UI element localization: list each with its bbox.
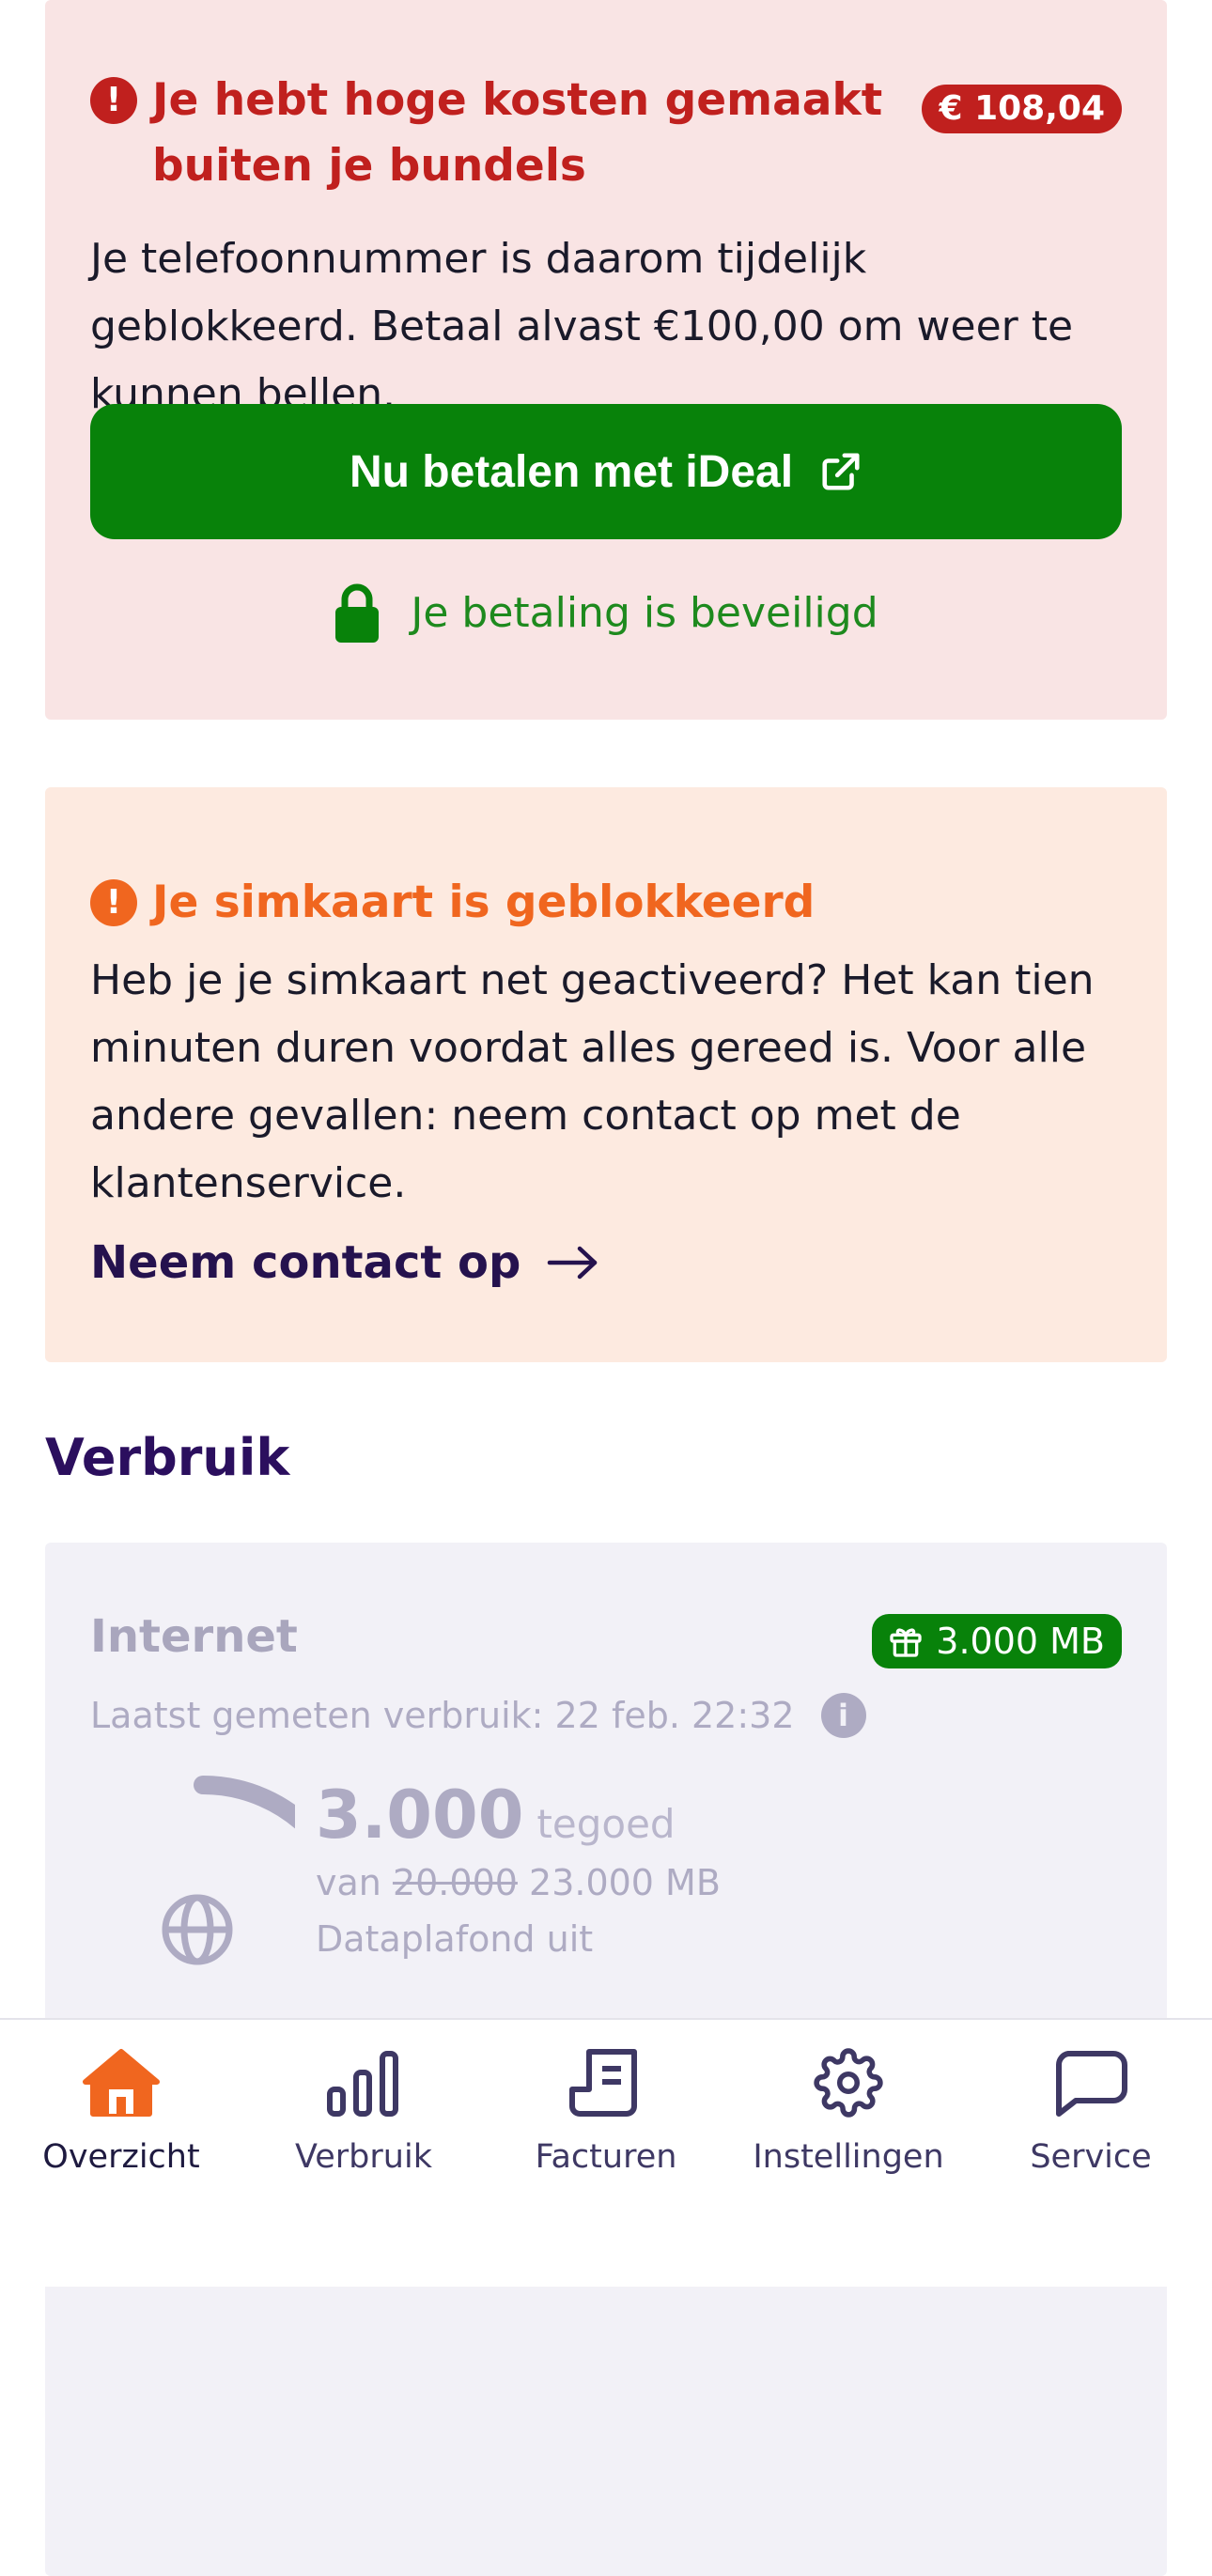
nav-item-facturen[interactable]: Facturen: [485, 2048, 727, 2176]
exclamation-icon: !: [90, 879, 137, 926]
high-costs-title-row: ! Je hebt hoge kosten gemaakt buiten je …: [90, 71, 898, 199]
nav-item-overzicht[interactable]: Overzicht: [0, 2048, 242, 2176]
pay-button-label: Nu betalen met iDeal: [349, 446, 794, 497]
nav-item-service[interactable]: Service: [970, 2048, 1212, 2176]
last-measured-row: Laatst gemeten verbruik: 22 feb. 22:32 i: [90, 1693, 866, 1738]
sim-blocked-title: Je simkaart is geblokkeerd: [152, 877, 816, 928]
nav-label: Facturen: [535, 2138, 677, 2176]
nav-item-instellingen[interactable]: Instellingen: [727, 2048, 970, 2176]
usage-gauge: [162, 1776, 295, 1965]
remaining-amount: 3.000: [316, 1777, 524, 1854]
remaining-label: tegoed: [536, 1801, 676, 1847]
sim-blocked-body: Heb je je simkaart net geactiveerd? Het …: [90, 956, 1095, 1207]
internet-title: Internet: [90, 1610, 298, 1663]
usage-amount-block: 3.000 tegoed van 20.000 23.000 MB Datapl…: [316, 1777, 721, 1967]
old-total: 20.000: [392, 1862, 518, 1903]
contact-link-label: Neem contact op: [90, 1236, 521, 1289]
nav-label: Instellingen: [753, 2138, 944, 2176]
last-measured-text: Laatst gemeten verbruik: 22 feb. 22:32: [90, 1695, 795, 1736]
bottom-navigation: Overzicht Verbruik Facturen Instellingen…: [0, 2018, 1212, 2287]
secure-note-text: Je betaling is beveiligd: [411, 588, 878, 637]
info-icon[interactable]: i: [820, 1693, 866, 1738]
high-costs-alert: ! Je hebt hoge kosten gemaakt buiten je …: [45, 0, 1167, 720]
lock-icon: [335, 583, 380, 643]
new-total: 23.000 MB: [529, 1862, 721, 1903]
secure-payment-note: Je betaling is beveiligd: [45, 582, 1167, 643]
high-costs-title: Je hebt hoge kosten gemaakt buiten je bu…: [152, 74, 883, 192]
sim-blocked-title-row: ! Je simkaart is geblokkeerd: [90, 870, 815, 936]
arrow-right-icon: [548, 1246, 598, 1280]
bonus-badge: 3.000 MB: [872, 1614, 1122, 1668]
bonus-amount: 3.000 MB: [936, 1621, 1105, 1662]
amount-badge: € 108,04: [922, 85, 1122, 133]
contact-link[interactable]: Neem contact op: [90, 1236, 599, 1289]
sim-blocked-alert: ! Je simkaart is geblokkeerd Heb je je s…: [45, 787, 1167, 1362]
high-costs-body: Je telefoonnummer is daarom tijdelijk ge…: [90, 235, 1074, 418]
nav-label: Verbruik: [295, 2138, 432, 2176]
nav-item-verbruik[interactable]: Verbruik: [242, 2048, 485, 2176]
gift-icon: [890, 1628, 922, 1657]
home-icon: [83, 2049, 160, 2117]
invoice-icon: [569, 2049, 637, 2117]
gauge-remaining-arc: [194, 1776, 295, 1829]
total-line: van 20.000 23.000 MB: [316, 1854, 721, 1911]
globe-icon: [162, 1894, 233, 1965]
exclamation-icon: !: [90, 77, 137, 124]
data-cap-status: Dataplafond uit: [316, 1918, 594, 1960]
of-label: van: [316, 1862, 381, 1903]
gear-icon: [814, 2048, 883, 2118]
nav-label: Overzicht: [42, 2138, 200, 2176]
nav-label: Service: [1030, 2138, 1152, 2176]
pay-ideal-button[interactable]: Nu betalen met iDeal: [90, 404, 1122, 539]
usage-section-title: Verbruik: [45, 1428, 290, 1487]
chat-bubble-icon: [1056, 2051, 1127, 2117]
external-link-icon: [822, 453, 860, 490]
bar-chart-icon: [327, 2051, 398, 2117]
